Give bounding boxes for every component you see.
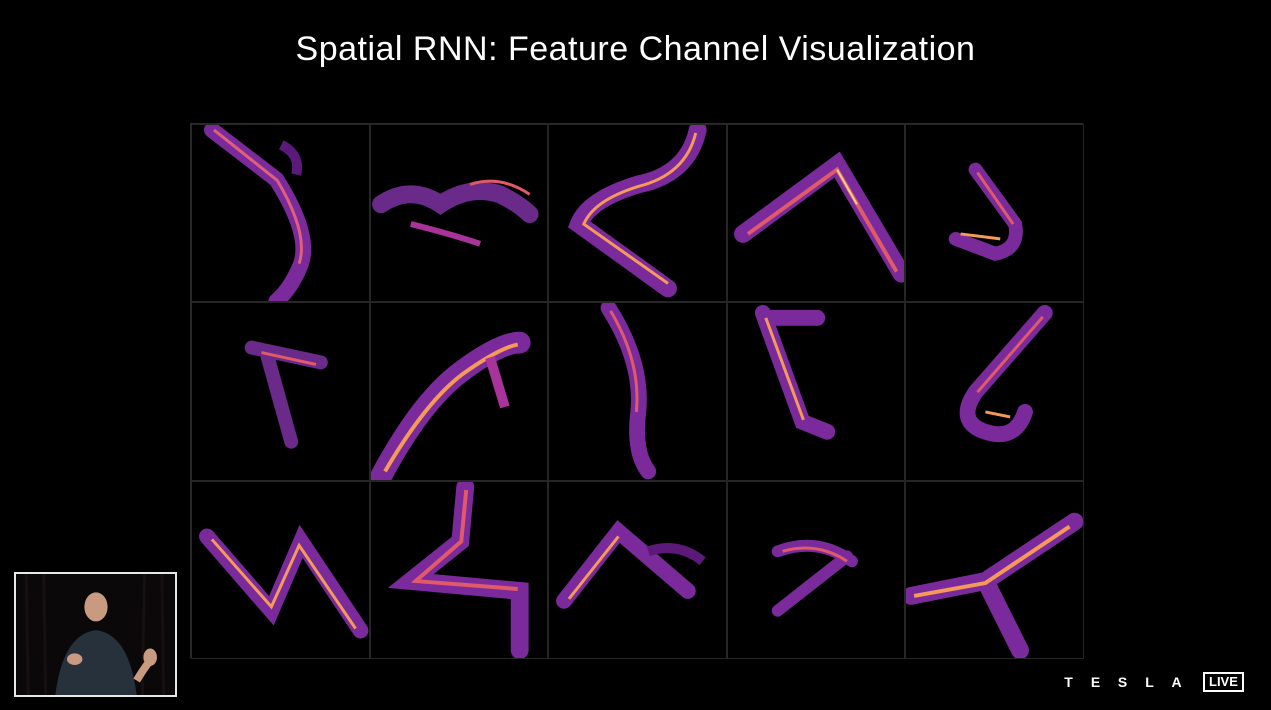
feature-map-cell	[191, 480, 370, 659]
feature-map-cell	[369, 480, 549, 659]
brand-letter: T	[1064, 674, 1073, 690]
presenter-video	[14, 572, 177, 697]
feature-map-image	[387, 481, 529, 658]
feature-map-image	[949, 162, 1024, 261]
feature-map-image	[244, 340, 328, 449]
feature-map-cell	[191, 124, 370, 303]
slide-title: Spatial RNN: Feature Channel Visualizati…	[295, 30, 976, 68]
feature-channel-grid	[190, 123, 1084, 659]
feature-map-image	[733, 151, 905, 283]
live-badge: LIVE	[1203, 672, 1244, 692]
feature-map-cell	[369, 302, 549, 481]
brand-letter: L	[1145, 674, 1154, 690]
tesla-live-logo: T E S L A LIVE	[1058, 672, 1244, 692]
feature-map-cell	[905, 480, 1084, 659]
feature-map-cell	[548, 302, 727, 481]
feature-map-cell	[548, 480, 727, 659]
feature-map-image	[568, 125, 707, 298]
feature-map-cell	[191, 302, 370, 481]
feature-map-cell	[726, 480, 906, 659]
feature-map-image	[204, 125, 312, 302]
brand-letter: A	[1171, 674, 1182, 690]
feature-map-image	[556, 519, 706, 609]
feature-map-image	[906, 512, 1083, 658]
feature-map-image	[199, 524, 369, 639]
feature-map-image	[600, 303, 657, 480]
feature-map-cell	[726, 124, 906, 303]
feature-map-image	[754, 305, 835, 440]
brand-letter: E	[1090, 674, 1101, 690]
presenter-image	[16, 574, 175, 695]
feature-map-image	[960, 305, 1054, 443]
feature-map-image	[371, 179, 539, 247]
feature-map-image	[771, 539, 858, 617]
feature-map-cell	[369, 124, 549, 303]
feature-map-cell	[726, 302, 906, 481]
feature-map-cell	[905, 302, 1084, 481]
brand-letter: S	[1117, 674, 1128, 690]
feature-map-cell	[548, 124, 727, 303]
feature-map-image	[370, 332, 531, 480]
feature-map-cell	[905, 124, 1084, 303]
